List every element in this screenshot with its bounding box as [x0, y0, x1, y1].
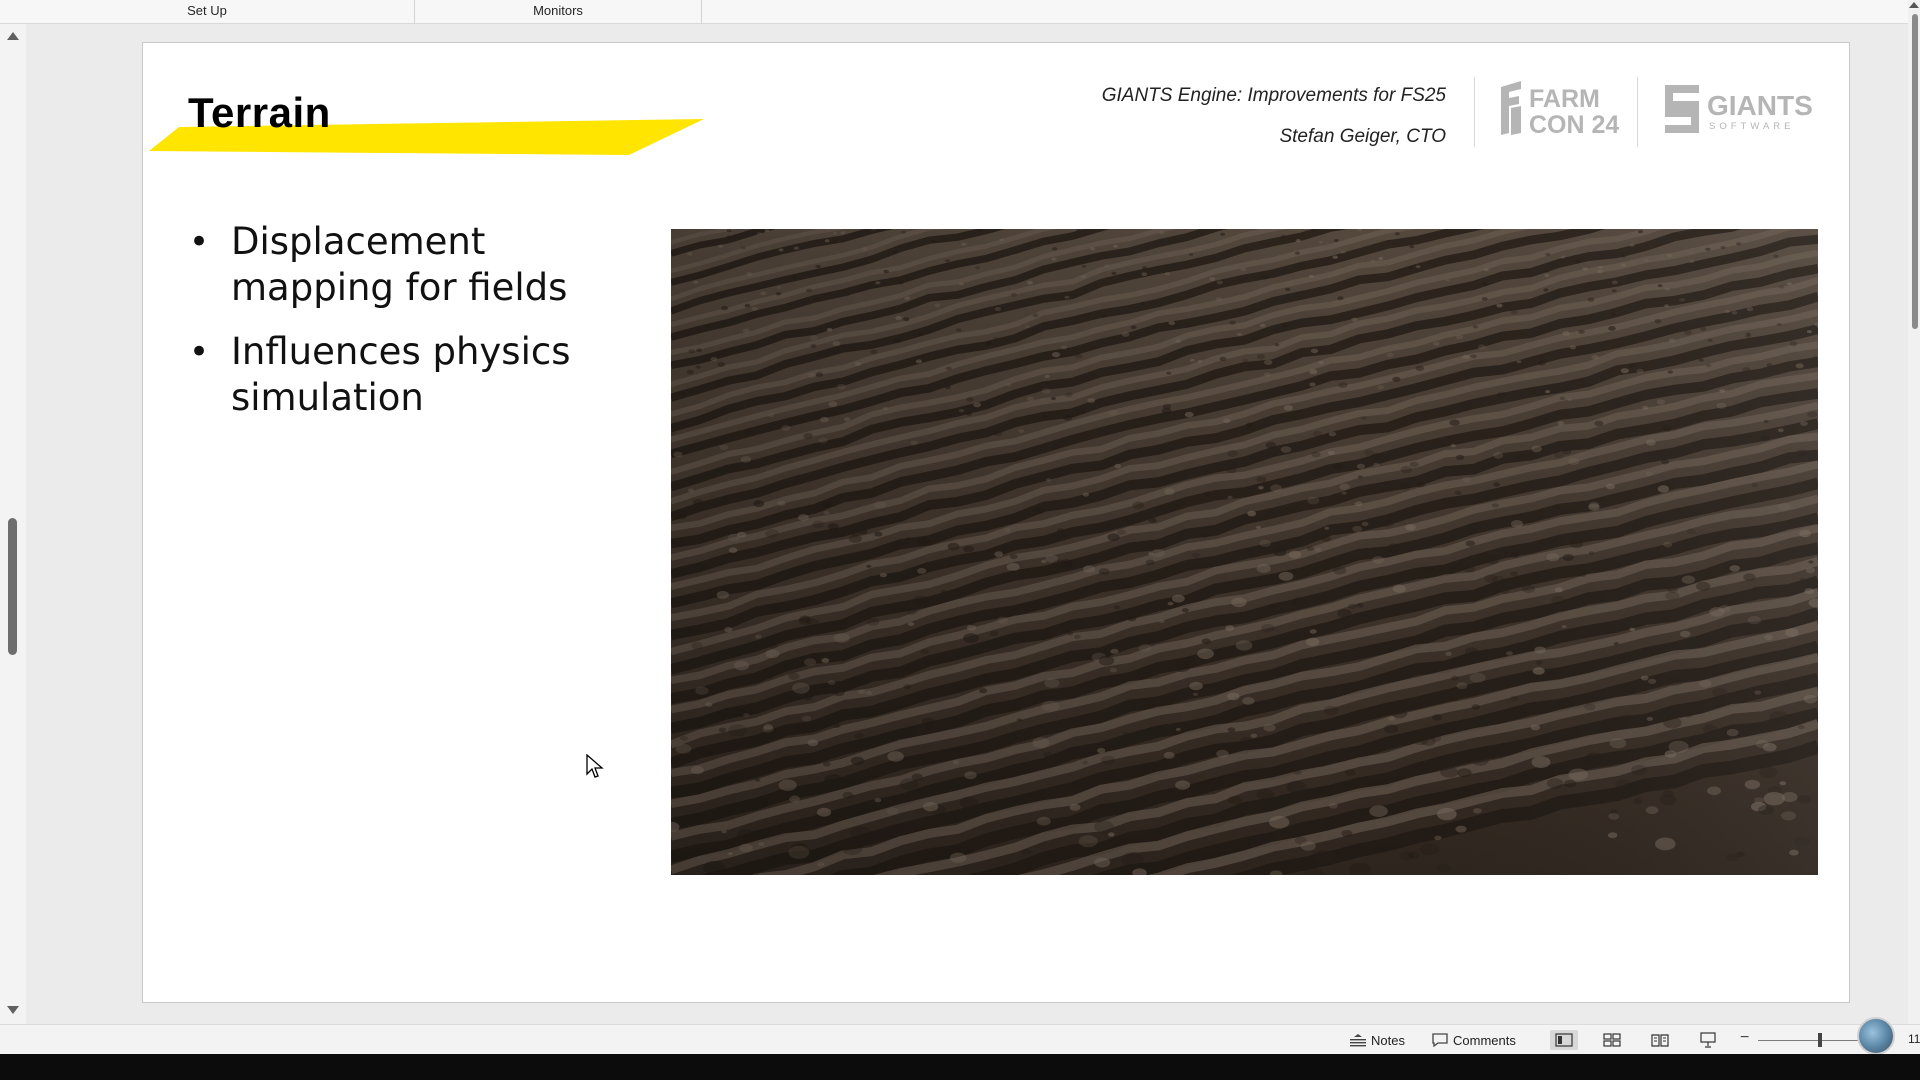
scroll-down-arrow-icon[interactable]	[7, 1006, 19, 1014]
bullet-list[interactable]: Displacement mapping for fields Influenc…	[183, 219, 623, 439]
scroll-up-arrow-icon[interactable]	[7, 32, 19, 40]
bullet-item[interactable]: Displacement mapping for fields	[183, 219, 623, 311]
bullet-item[interactable]: Influences physics simulation	[183, 329, 623, 421]
slide-show-icon	[1700, 1032, 1716, 1048]
ribbon-group-strip: Set Up Monitors	[0, 0, 1920, 24]
status-bar: Notes Comments − 11	[0, 1017, 1920, 1055]
farmcon-logo-text: CON 24	[1529, 111, 1619, 137]
ribbon-group-monitors[interactable]: Monitors	[415, 0, 702, 24]
farmcon-logo-text: FARM	[1529, 85, 1600, 113]
normal-view-icon	[1555, 1033, 1573, 1047]
slide-show-button[interactable]	[1694, 1030, 1722, 1050]
comments-button[interactable]: Comments	[1432, 1025, 1516, 1055]
giants-software-logo[interactable]: GIANTS SOFTWARE	[1661, 81, 1823, 137]
window-scrollbar[interactable]	[1908, 0, 1920, 1040]
ribbon-group-label: Set Up	[187, 3, 227, 18]
slide-title[interactable]: Terrain	[188, 89, 331, 137]
vertical-scrollbar[interactable]	[0, 24, 26, 1024]
author-line[interactable]: Stefan Geiger, CTO	[1279, 126, 1446, 148]
scroll-up-arrow-icon[interactable]	[1909, 2, 1919, 8]
normal-view-button[interactable]	[1550, 1030, 1578, 1050]
zoom-slider-track[interactable]	[1758, 1040, 1858, 1041]
logo-divider	[1637, 77, 1638, 147]
mouse-cursor-icon	[586, 754, 604, 778]
ribbon-group-setup[interactable]: Set Up	[0, 0, 415, 24]
slide-sorter-icon	[1603, 1033, 1621, 1047]
logo-divider	[1474, 77, 1475, 147]
slide-sorter-button[interactable]	[1598, 1030, 1626, 1050]
plowed-field-image[interactable]	[671, 229, 1818, 875]
giants-logo-subtext: SOFTWARE	[1709, 121, 1794, 132]
scroll-thumb[interactable]	[1912, 14, 1918, 329]
notes-icon	[1350, 1034, 1366, 1047]
plowed-field-render	[671, 229, 1818, 875]
slide-canvas[interactable]: Terrain GIANTS Engine: Improvements for …	[142, 42, 1850, 1003]
notes-button[interactable]: Notes	[1350, 1025, 1405, 1055]
zoom-percentage[interactable]: 11	[1908, 1032, 1920, 1046]
notes-label: Notes	[1371, 1032, 1405, 1048]
reading-view-button[interactable]	[1646, 1030, 1674, 1050]
giants-logo-text: GIANTS	[1707, 90, 1813, 121]
ribbon-group-label: Monitors	[533, 3, 583, 18]
zoom-out-icon[interactable]: −	[1740, 1029, 1749, 1047]
scroll-thumb[interactable]	[8, 518, 17, 655]
webcam-avatar	[1857, 1017, 1895, 1055]
comments-label: Comments	[1453, 1032, 1516, 1048]
talk-title[interactable]: GIANTS Engine: Improvements for FS25	[1102, 85, 1446, 107]
taskbar-strip	[0, 1054, 1920, 1080]
farmcon-logo[interactable]: FARM CON 24	[1499, 81, 1619, 137]
zoom-slider-thumb[interactable]	[1818, 1033, 1822, 1047]
reading-view-icon	[1651, 1034, 1669, 1047]
comment-icon	[1432, 1033, 1448, 1047]
